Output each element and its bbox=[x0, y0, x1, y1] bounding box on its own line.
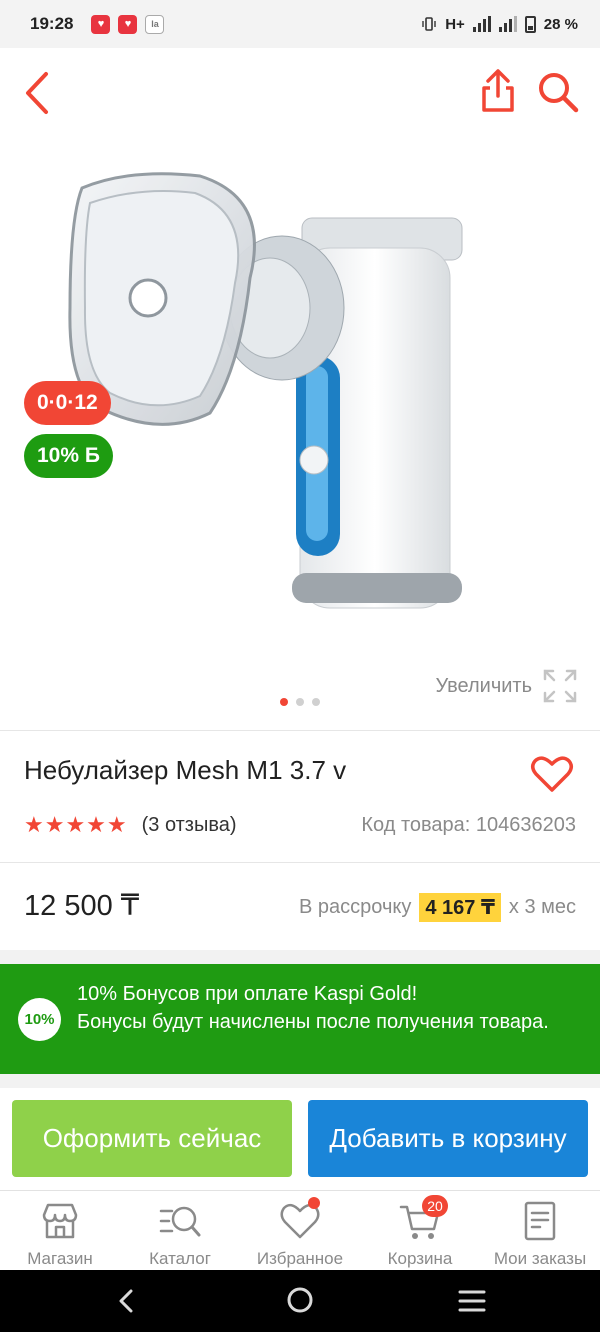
shop-icon bbox=[42, 1203, 78, 1239]
page-dot-active bbox=[280, 698, 288, 706]
tab-catalog[interactable]: Каталог bbox=[120, 1191, 240, 1270]
cart-count-badge: 20 bbox=[422, 1195, 448, 1217]
installment-info[interactable]: В рассрочку 4 167 ₸ x 3 мес bbox=[299, 893, 576, 922]
favorites-indicator-dot bbox=[308, 1197, 320, 1209]
product-rating[interactable]: ★★★★★ (3 отзыва) bbox=[24, 812, 237, 838]
timer-badge: 0·0·12 bbox=[24, 381, 111, 425]
rating-stars: ★★★★★ bbox=[24, 812, 128, 837]
page-dot bbox=[296, 698, 304, 706]
zoom-button[interactable]: Увеличить bbox=[436, 668, 578, 704]
page-dot bbox=[312, 698, 320, 706]
divider bbox=[0, 730, 600, 731]
zoom-label: Увеличить bbox=[435, 674, 532, 697]
orders-icon bbox=[524, 1201, 556, 1241]
section-spacer bbox=[0, 1074, 600, 1088]
system-back-icon[interactable] bbox=[112, 1286, 142, 1316]
product-code: Код товара: 104636203 bbox=[361, 814, 576, 836]
vibrate-icon bbox=[422, 17, 436, 31]
back-icon[interactable] bbox=[18, 68, 58, 118]
share-icon[interactable] bbox=[476, 66, 520, 116]
promo-subtitle: Бонусы будут начислены после получения т… bbox=[77, 1011, 549, 1033]
catalog-search-icon bbox=[159, 1206, 201, 1237]
installment-amount: 4 167 ₸ bbox=[419, 893, 501, 922]
product-image[interactable] bbox=[60, 158, 490, 628]
status-indicators: H+ 28 % bbox=[421, 15, 578, 33]
search-icon[interactable] bbox=[534, 68, 582, 116]
signal-icon bbox=[472, 16, 491, 32]
system-home-icon[interactable] bbox=[284, 1284, 316, 1316]
tab-label: Избранное bbox=[256, 1249, 344, 1268]
promo-title: 10% Бонусов при оплате Kaspi Gold! bbox=[77, 983, 418, 1005]
bonus-percent-icon: 10% bbox=[18, 998, 61, 1041]
divider bbox=[0, 862, 600, 863]
product-title: Небулайзер Mesh M1 3.7 v bbox=[24, 755, 347, 785]
product-price: 12 500 ₸ bbox=[24, 890, 140, 922]
installment-term: x 3 мес bbox=[508, 896, 576, 918]
status-bar: 19:28 ♥ ♥ la H+ 28 % bbox=[0, 0, 600, 48]
tab-shop[interactable]: Магазин bbox=[0, 1191, 120, 1270]
installment-prefix: В рассрочку bbox=[299, 896, 412, 918]
expand-icon bbox=[543, 669, 577, 703]
signal-icon bbox=[498, 16, 517, 32]
tab-label: Магазин bbox=[27, 1249, 93, 1268]
notification-app-icon: ♥ bbox=[91, 14, 111, 34]
add-to-cart-button[interactable]: Добавить в корзину bbox=[308, 1100, 588, 1177]
bottom-tab-bar: Магазин Каталог Избранное 20 Корзина Мои… bbox=[0, 1190, 600, 1270]
network-type: H+ bbox=[445, 15, 465, 33]
reviews-link[interactable]: (3 отзыва) bbox=[142, 814, 237, 837]
battery-icon bbox=[524, 15, 536, 33]
gallery-pagination bbox=[280, 698, 320, 706]
system-navigation-bar bbox=[0, 1270, 600, 1332]
checkout-now-button[interactable]: Оформить сейчас bbox=[12, 1100, 292, 1177]
product-gallery[interactable]: 0·0·12 10% Б Увеличить bbox=[0, 138, 600, 728]
section-spacer bbox=[0, 950, 600, 964]
tab-favorites[interactable]: Избранное bbox=[240, 1191, 360, 1270]
battery-level: 28 % bbox=[543, 15, 578, 33]
notification-app-icon: ♥ bbox=[118, 14, 138, 34]
bonus-badge: 10% Б bbox=[24, 434, 113, 478]
tab-label: Каталог bbox=[149, 1249, 211, 1268]
tab-label: Корзина bbox=[387, 1249, 453, 1268]
tab-label: Мои заказы bbox=[493, 1249, 587, 1268]
favorite-heart-icon[interactable] bbox=[530, 754, 574, 794]
tab-my-orders[interactable]: Мои заказы bbox=[480, 1191, 600, 1270]
notification-la-icon: la bbox=[145, 14, 165, 34]
bonus-promo-banner[interactable]: 10% 10% Бонусов при оплате Kaspi Gold! Б… bbox=[0, 964, 600, 1074]
system-recents-icon[interactable] bbox=[456, 1286, 488, 1316]
top-app-bar bbox=[0, 48, 600, 138]
status-time: 19:28 bbox=[30, 14, 74, 33]
tab-cart[interactable]: 20 Корзина bbox=[360, 1191, 480, 1270]
